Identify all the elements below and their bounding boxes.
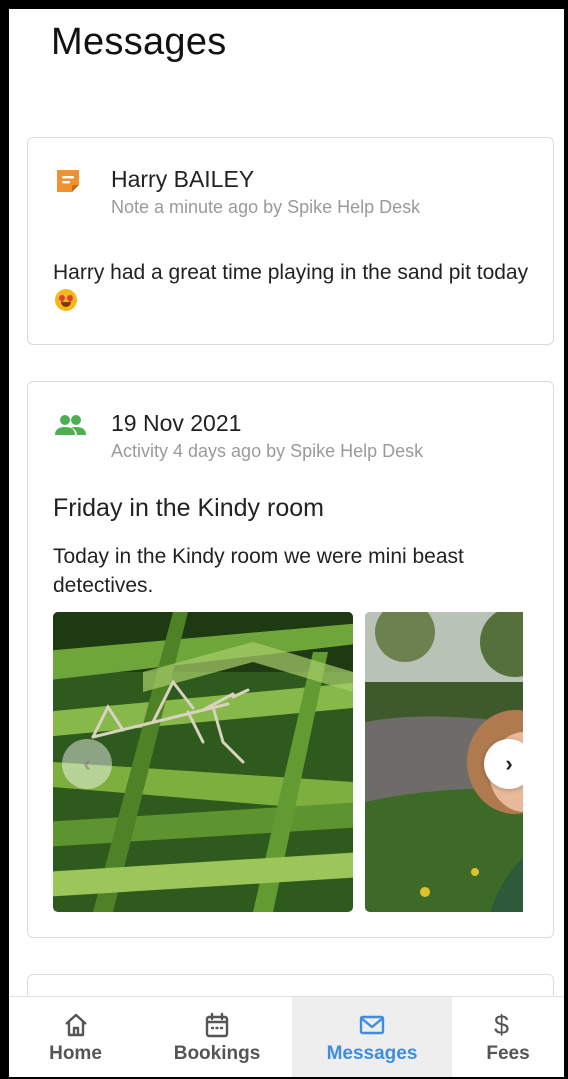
nav-tab-label: Fees (486, 1043, 530, 1064)
nav-tab-bookings[interactable]: Bookings (142, 997, 292, 1077)
message-meta: Activity 4 days ago by Spike Help Desk (111, 441, 424, 461)
group-icon (53, 410, 86, 440)
nav-tab-label: Home (49, 1043, 102, 1064)
bottom-nav: Home Bookings Messages $ Fees (9, 996, 564, 1077)
app-screen: Messages Harry BAILEY Note a minute ago … (9, 9, 564, 1077)
nav-tab-label: Messages (326, 1043, 418, 1064)
carousel-prev-button[interactable]: ‹ (62, 739, 112, 789)
nav-tab-messages[interactable]: Messages (292, 997, 452, 1077)
page-title: Messages (51, 21, 227, 63)
activity-message-card[interactable]: 19 Nov 2021 Activity 4 days ago by Spike… (27, 381, 554, 938)
message-body-text: Harry had a great time playing in the sa… (53, 261, 529, 284)
activity-heading: Friday in the Kindy room (53, 494, 324, 522)
home-icon (62, 1011, 90, 1039)
message-author: Harry BAILEY (111, 166, 255, 192)
nav-tab-fees[interactable]: $ Fees (452, 997, 564, 1077)
nav-tab-label: Bookings (173, 1043, 261, 1064)
note-icon (53, 166, 83, 196)
activity-body: Today in the Kindy room we were mini bea… (53, 545, 464, 597)
note-message-card[interactable]: Harry BAILEY Note a minute ago by Spike … (27, 137, 554, 345)
dollar-icon: $ (494, 1010, 510, 1040)
message-meta: Note a minute ago by Spike Help Desk (111, 197, 421, 217)
nav-tab-home[interactable]: Home (9, 997, 142, 1077)
photo-carousel[interactable]: ‹ › (53, 612, 523, 912)
heart-eyes-emoji-icon (55, 289, 77, 311)
activity-date: 19 Nov 2021 (111, 410, 242, 436)
mail-icon (358, 1011, 386, 1039)
calendar-icon (203, 1011, 231, 1039)
message-body: Harry had a great time playing in the sa… (53, 258, 533, 316)
